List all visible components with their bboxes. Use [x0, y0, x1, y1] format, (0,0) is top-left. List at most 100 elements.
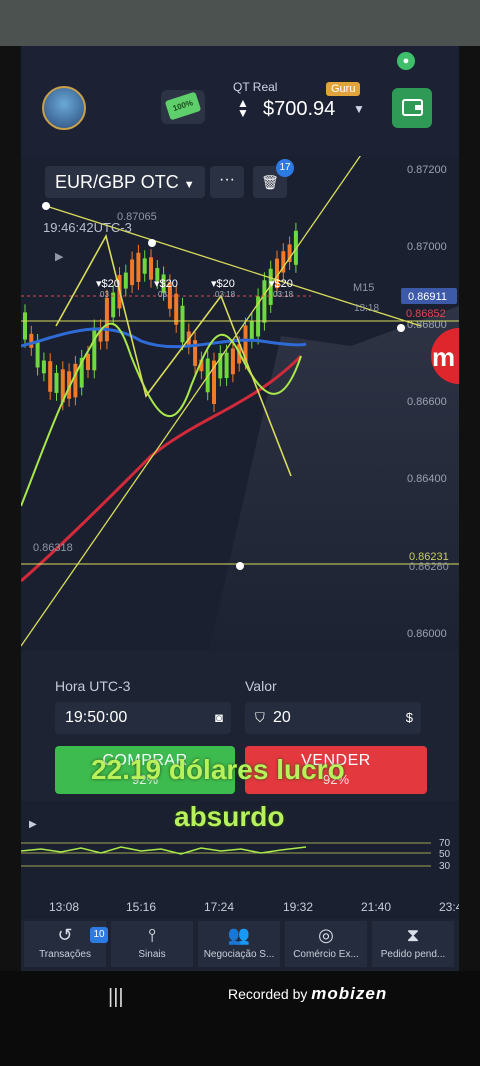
recent-apps-icon[interactable]: |||	[108, 986, 124, 1009]
candle-body	[142, 258, 147, 274]
oscillator: ▶ 70 50 30	[21, 819, 451, 872]
candle-body	[136, 252, 141, 282]
expiry-time-value: 19:50:00	[65, 709, 128, 726]
timeframe-label: M15	[353, 282, 374, 294]
time-tick: 21:40	[361, 900, 392, 914]
hourglass-icon: ⧗	[406, 925, 420, 945]
asset-selector[interactable]: EUR/GBP OTC ▼	[45, 166, 205, 198]
play-icon[interactable]: ▶	[55, 251, 64, 263]
trash-icon: 🗑	[261, 174, 279, 190]
trade-marker-time: 03:18	[273, 290, 294, 299]
wallet-button[interactable]	[392, 88, 432, 128]
trade-marker-amount: ▾$20	[211, 278, 235, 290]
trade-marker-time: 03:18	[215, 290, 236, 299]
account-selector[interactable]: QT Real Guru ▲ ▼ $700.94 ▼	[233, 80, 365, 120]
recorder-watermark: Recorded by mobizen	[228, 984, 387, 1004]
current-price: 0.86911	[408, 291, 447, 303]
amount-label: Valor	[245, 678, 277, 694]
amount-input[interactable]: ⛉ 20 $	[245, 702, 421, 734]
candle-body	[104, 297, 109, 342]
candle-body	[249, 320, 254, 341]
candle-body	[149, 257, 153, 280]
level-price: 0.86280	[409, 561, 449, 573]
candle-body	[35, 342, 40, 368]
recorder-text: Recorded by	[228, 986, 308, 1002]
price-chart[interactable]: 0.872000.870000.868000.866000.864000.860…	[21, 156, 459, 686]
high-label: 0.87065	[117, 211, 157, 223]
dollar-icon[interactable]: $	[406, 702, 413, 734]
wallet-icon	[402, 99, 423, 116]
nav-transactions[interactable]: ↺ Transações 10	[24, 921, 108, 967]
recorder-brand: mobizen	[311, 984, 388, 1003]
nav-label: Sinais	[138, 949, 166, 960]
live-indicator-letter: m	[432, 342, 455, 372]
candle-body	[23, 312, 27, 340]
blue-moving-average	[21, 327, 307, 349]
candle-body	[174, 293, 179, 325]
candle-body	[41, 360, 46, 374]
clock-icon[interactable]: ◙	[215, 702, 223, 734]
more-options-button[interactable]: ···	[210, 166, 244, 198]
social-icon: 👥	[227, 925, 251, 945]
trade-marker-time: 03	[100, 290, 109, 299]
nav-social-trading[interactable]: 👥 Negociação S...	[198, 921, 280, 967]
time-tick: 19:32	[283, 900, 314, 914]
candles	[23, 222, 298, 412]
anchor-point[interactable]	[42, 202, 50, 210]
time-tick: 15:16	[126, 900, 157, 914]
low-label: 0.86318	[33, 542, 73, 554]
candle-body	[54, 372, 59, 393]
trade-marker-amount: ▾$20	[269, 278, 293, 290]
nav-label: Negociação S...	[203, 949, 275, 960]
candle-body	[92, 327, 97, 371]
y-tick-label: 0.87200	[407, 164, 447, 176]
chevron-down-icon: ▼	[353, 102, 365, 116]
avatar[interactable]	[42, 86, 86, 130]
time-tick: 17:24	[204, 900, 235, 914]
more-icon: ···	[219, 171, 235, 188]
timer-label: 13:18	[354, 303, 379, 314]
notification-badge: 17	[276, 159, 294, 177]
shield-icon: ⛉	[255, 710, 265, 725]
open-price: 0.86852	[406, 308, 446, 320]
count-badge: 10	[90, 927, 108, 943]
expiry-time-input[interactable]: 19:50:00 ◙	[55, 702, 231, 734]
time-axis: 13:08 15:16 17:24 19:32 21:40 23:4	[21, 896, 459, 916]
candle-body	[224, 352, 229, 379]
time-label: Hora UTC-3	[55, 678, 131, 694]
nav-label: Comércio Ex...	[293, 949, 359, 960]
candle-body	[48, 361, 53, 392]
asset-pair: EUR/GBP OTC	[55, 172, 179, 192]
signal-icon: ⫯	[148, 925, 156, 945]
account-type: QT Real	[233, 80, 278, 94]
candle-body	[29, 333, 34, 348]
y-tick-label: 0.86600	[407, 396, 447, 408]
time-tick: 23:4	[439, 900, 459, 914]
anchor-point[interactable]	[236, 562, 244, 570]
anchor-point[interactable]	[397, 324, 405, 332]
trade-marker-amount: ▾$20	[154, 278, 178, 290]
nav-signals[interactable]: ⫯ Sinais	[111, 921, 193, 967]
y-tick-label: 0.87000	[407, 241, 447, 253]
bottom-nav: ↺ Transações 10 ⫯ Sinais 👥 Negociação S.…	[21, 919, 459, 971]
candle-body	[180, 305, 185, 343]
chevron-down-icon: ▼	[183, 179, 195, 191]
trading-app: ● 100% QT Real Guru ▲ ▼ $700.94 ▼ 0.87200…	[21, 46, 459, 971]
nav-pending-orders[interactable]: ⧗ Pedido pend...	[372, 921, 454, 967]
balance: $700.94	[263, 98, 336, 120]
candle-body	[262, 280, 267, 323]
amount-value: 20	[273, 709, 291, 726]
status-bar	[0, 0, 480, 46]
header: ● 100% QT Real Guru ▲ ▼ $700.94 ▼	[21, 46, 459, 156]
nav-express-trade[interactable]: ◎ Comércio Ex...	[285, 921, 367, 967]
status-badge: Guru	[326, 82, 361, 96]
trade-marker-amount: ▾$20	[96, 278, 120, 290]
candle-body	[86, 353, 90, 370]
trade-marker-time: 03	[158, 290, 167, 299]
microphone-icon: ●	[397, 52, 415, 70]
target-icon: ◎	[318, 925, 334, 945]
cash-icon: 100%	[164, 91, 202, 121]
anchor-point[interactable]	[148, 239, 156, 247]
expand-icon[interactable]: ▶	[29, 819, 37, 830]
promo-button[interactable]: 100%	[161, 90, 205, 124]
